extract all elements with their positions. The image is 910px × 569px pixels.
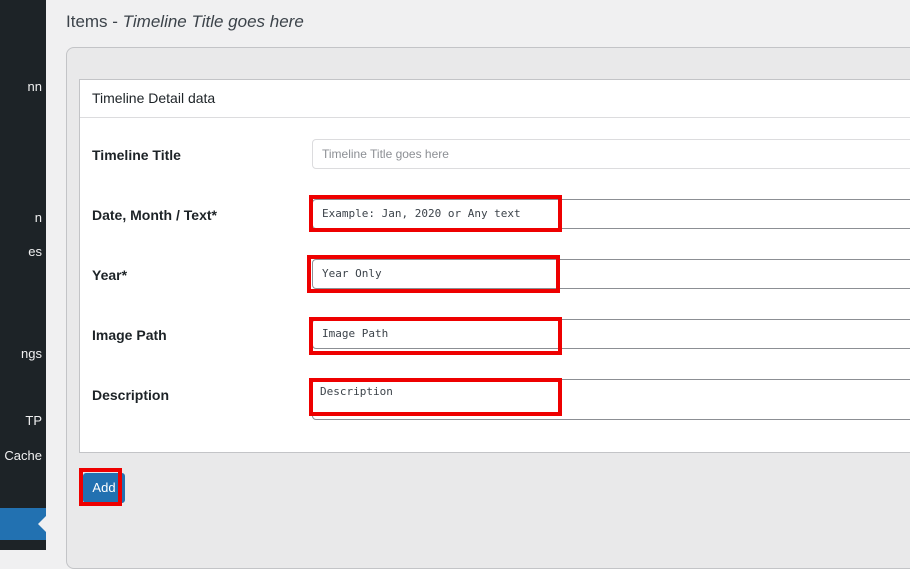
year-input[interactable]: Year Only bbox=[312, 259, 910, 289]
page-title: Items - Timeline Title goes here bbox=[66, 12, 304, 32]
sidebar-item-5[interactable]: TP bbox=[0, 410, 46, 432]
admin-sidebar: nn n es ngs TP Cache bbox=[0, 0, 46, 550]
active-arrow-icon bbox=[38, 516, 46, 532]
sidebar-item-label: es bbox=[28, 244, 42, 259]
sidebar-item-label: n bbox=[34, 210, 42, 225]
date-month-text-label: Date, Month / Text* bbox=[92, 207, 217, 223]
sidebar-item-2[interactable]: n bbox=[0, 207, 46, 229]
timeline-title-placeholder: Timeline Title goes here bbox=[322, 147, 449, 161]
image-path-label: Image Path bbox=[92, 327, 167, 343]
sidebar-item-label: Cache bbox=[4, 448, 42, 463]
timeline-title-input[interactable]: Timeline Title goes here bbox=[312, 139, 910, 169]
description-label: Description bbox=[92, 387, 170, 403]
year-placeholder: Year Only bbox=[322, 267, 382, 280]
sidebar-item-4[interactable]: ngs bbox=[0, 343, 46, 365]
page-title-timeline: Timeline Title goes here bbox=[122, 12, 304, 31]
description-textarea[interactable]: Description bbox=[312, 379, 910, 420]
date-month-text-input[interactable]: Example: Jan, 2020 or Any text bbox=[312, 199, 910, 229]
add-button[interactable]: Add bbox=[83, 473, 125, 503]
timeline-title-label: Timeline Title bbox=[92, 147, 181, 163]
sidebar-item-label: ngs bbox=[21, 346, 42, 361]
sidebar-item-6[interactable]: Cache bbox=[0, 445, 46, 467]
description-placeholder: Description bbox=[320, 385, 393, 398]
sidebar-item-3[interactable]: es bbox=[0, 241, 46, 263]
sidebar-item-1[interactable]: nn bbox=[0, 76, 46, 98]
sidebar-item-active[interactable] bbox=[0, 508, 46, 540]
card-title: Timeline Detail data bbox=[80, 80, 910, 118]
year-label: Year* bbox=[92, 267, 128, 283]
image-path-input[interactable]: Image Path bbox=[312, 319, 910, 349]
sidebar-item-label: TP bbox=[25, 413, 42, 428]
image-path-placeholder: Image Path bbox=[322, 327, 389, 340]
date-month-text-placeholder: Example: Jan, 2020 or Any text bbox=[322, 207, 521, 220]
page-title-prefix: Items - bbox=[66, 12, 123, 31]
sidebar-item-label: nn bbox=[27, 79, 42, 94]
